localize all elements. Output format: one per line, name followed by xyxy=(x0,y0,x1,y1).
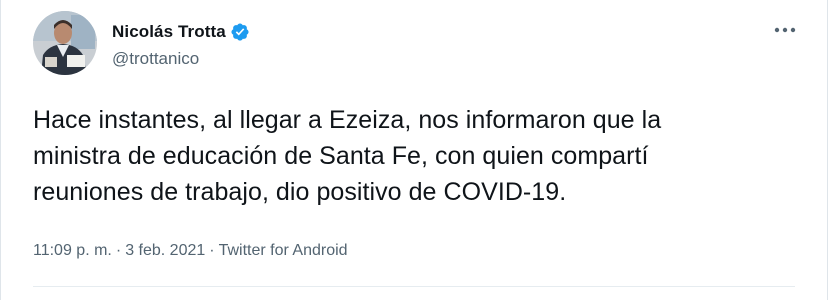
tweet-text: Hace instantes, al llegar a Ezeiza, nos … xyxy=(33,106,662,206)
divider xyxy=(33,286,795,287)
tweet-time[interactable]: 11:09 p. m. xyxy=(33,242,112,260)
author-name-row: Nicolás Trotta xyxy=(112,20,250,44)
verified-badge-icon xyxy=(230,22,250,42)
meta-separator: · xyxy=(115,242,122,259)
more-horizontal-icon xyxy=(774,27,796,33)
author-display-name[interactable]: Nicolás Trotta xyxy=(112,22,226,42)
author-avatar[interactable] xyxy=(33,11,97,75)
more-options-button[interactable] xyxy=(772,20,798,40)
avatar-photo-icon xyxy=(33,11,97,75)
tweet-date[interactable]: 3 feb. 2021 xyxy=(125,242,205,260)
tweet-source[interactable]: Twitter for Android xyxy=(219,242,348,260)
tweet-card: Nicolás Trotta @trottanico Hace instante… xyxy=(0,0,828,300)
tweet-meta: 11:09 p. m. · 3 feb. 2021 · Twitter for … xyxy=(33,242,348,260)
meta-separator: · xyxy=(209,242,215,259)
author-handle[interactable]: @trottanico xyxy=(112,49,199,69)
